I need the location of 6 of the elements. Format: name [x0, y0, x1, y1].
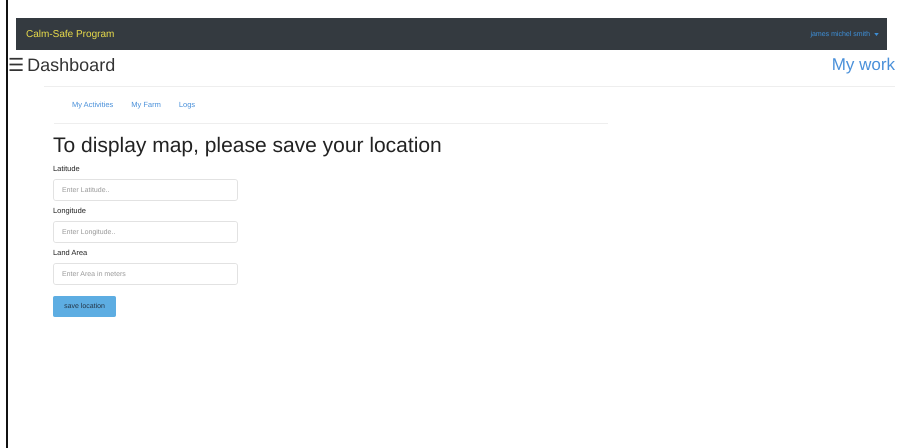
- menu-icon[interactable]: ☰: [8, 54, 24, 76]
- caret-icon: [874, 32, 879, 36]
- my-work-link[interactable]: My work: [832, 55, 895, 75]
- page-title: Dashboard: [27, 54, 116, 76]
- brand-link[interactable]: Calm-Safe Program: [26, 28, 114, 40]
- page-heading: To display map, please save your location: [53, 134, 443, 158]
